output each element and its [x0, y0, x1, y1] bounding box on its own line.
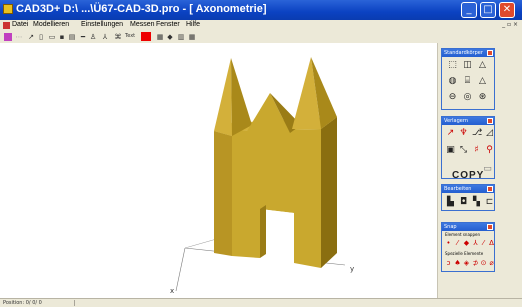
- palette-close-button[interactable]: [487, 186, 493, 192]
- extrude-icon[interactable]: ⊏: [485, 198, 494, 207]
- document-icon[interactable]: [3, 22, 10, 29]
- palette-title[interactable]: Verlagern: [442, 117, 494, 125]
- maximize-button[interactable]: □: [480, 2, 496, 18]
- open-file-icon[interactable]: ▭: [48, 33, 56, 41]
- snap-line-icon[interactable]: ⁄: [453, 239, 462, 248]
- palette-snap: Snap Element snappen • ⁄ ◆ ⅄ ⁄ ᐃ Speziel…: [441, 222, 495, 272]
- palette-close-button[interactable]: [487, 118, 493, 124]
- app-icon: [3, 4, 13, 14]
- mdi-window-controls[interactable]: _ ▫ ×: [502, 21, 518, 28]
- menu-bar: Datei Modellieren Einstellungen Messen F…: [0, 20, 522, 31]
- line-icon[interactable]: ━: [79, 33, 87, 41]
- box-icon[interactable]: ⬚: [448, 61, 457, 70]
- menu-modellieren[interactable]: Modellieren: [33, 21, 69, 28]
- copy-toggle-icon[interactable]: ▭: [483, 165, 492, 174]
- palette-close-button[interactable]: [487, 224, 493, 230]
- scale-icon[interactable]: ◿: [485, 129, 494, 138]
- torus-icon[interactable]: ⊖: [448, 93, 457, 102]
- axis-y-label: y: [350, 265, 354, 273]
- axes-icon[interactable]: ⅄: [101, 33, 109, 41]
- align-icon[interactable]: ⤡: [459, 146, 468, 155]
- color-icon[interactable]: [4, 33, 12, 41]
- title-bar[interactable]: CAD3D+ D:\ ...\Ü67-CAD-3D.pro - [ Axonom…: [0, 0, 522, 20]
- snap-elements-label: Element snappen: [445, 232, 480, 237]
- viewport-3d[interactable]: y x: [0, 43, 437, 298]
- palette-title[interactable]: Snap: [442, 223, 494, 231]
- dimension-icon[interactable]: ⌘: [114, 33, 122, 41]
- snap-face-icon[interactable]: ◆: [462, 239, 471, 248]
- model-spire-left-front: [214, 58, 232, 136]
- model-view: y x: [170, 57, 354, 295]
- snap-body-icon[interactable]: ᐃ: [487, 239, 496, 248]
- cube-icon[interactable]: ◆: [166, 33, 174, 41]
- rotate-icon[interactable]: ♆: [459, 129, 468, 138]
- ellipsoid-icon[interactable]: ◎: [463, 93, 472, 102]
- palette-close-button[interactable]: [487, 50, 493, 56]
- menu-hilfe[interactable]: Hilfe: [186, 21, 200, 28]
- union-icon[interactable]: ▙: [446, 198, 455, 207]
- model-right-side: [321, 117, 337, 268]
- pyramid-icon[interactable]: △: [478, 61, 487, 70]
- window-title: CAD3D+ D:\ ...\Ü67-CAD-3D.pro - [ Axonom…: [16, 3, 267, 15]
- mirror-icon[interactable]: ⎇: [472, 129, 482, 138]
- palette-panel: Standardkörper ⬚ ◫ △ ◍ ⌸ △ ⊖ ◎ ⊛ Verlage…: [437, 43, 522, 298]
- active-color-icon[interactable]: [141, 32, 151, 41]
- menu-einstellungen[interactable]: Einstellungen: [81, 21, 123, 28]
- axis-x-label: x: [170, 287, 174, 295]
- position-readout: Position: 0/ 0/ 0: [3, 300, 42, 306]
- snap-point-icon[interactable]: •: [444, 239, 453, 248]
- save-icon[interactable]: ▪: [58, 33, 66, 41]
- special-elements-label: Spezielle Elemente: [445, 251, 484, 256]
- model-arch-inner: [260, 205, 266, 258]
- copy-button[interactable]: COPY: [452, 170, 484, 181]
- menu-fenster[interactable]: Fenster: [156, 21, 180, 28]
- model-left-pillar: [214, 131, 232, 256]
- text-button[interactable]: Text: [125, 33, 135, 39]
- snap-center-icon[interactable]: ♠: [453, 259, 462, 268]
- array-icon[interactable]: ♯: [472, 146, 481, 155]
- subtract-icon[interactable]: ◘: [459, 198, 468, 207]
- stretch-icon[interactable]: ▣: [446, 146, 455, 155]
- palette-title[interactable]: Bearbeiten: [442, 185, 494, 193]
- menu-datei[interactable]: Datei: [12, 21, 28, 28]
- snap-nearest-icon[interactable]: ⌀: [487, 259, 496, 268]
- layers-icon[interactable]: ▥: [177, 33, 185, 41]
- status-bar: Position: 0/ 0/ 0: [0, 298, 522, 307]
- polyhedron-icon[interactable]: ⊛: [478, 93, 487, 102]
- grid-icon[interactable]: ▦: [156, 33, 164, 41]
- x-axis-line: [175, 247, 186, 292]
- cylinder-icon[interactable]: ⌸: [463, 77, 472, 86]
- separator-icon: ⋯: [15, 33, 23, 41]
- minimize-button[interactable]: _: [461, 2, 477, 18]
- palette-standard-bodies: Standardkörper ⬚ ◫ △ ◍ ⌸ △ ⊖ ◎ ⊛: [441, 48, 495, 110]
- flip-icon[interactable]: ⚲: [485, 146, 494, 155]
- wedge-icon[interactable]: ◫: [463, 61, 472, 70]
- close-button[interactable]: ✕: [499, 2, 515, 18]
- status-separator: [74, 300, 75, 306]
- print-icon[interactable]: ▤: [68, 33, 76, 41]
- intersect-icon[interactable]: ▚: [472, 198, 481, 207]
- cone-icon[interactable]: △: [478, 77, 487, 86]
- figure-icon[interactable]: ♙: [89, 33, 97, 41]
- move-icon[interactable]: ↗: [446, 129, 455, 138]
- palette-title[interactable]: Standardkörper: [442, 49, 494, 57]
- table-icon[interactable]: ▦: [188, 33, 196, 41]
- snap-intersection-icon[interactable]: ◈: [462, 259, 471, 268]
- menu-messen[interactable]: Messen: [130, 21, 155, 28]
- model-spire-left-side: [231, 58, 252, 136]
- sphere-icon[interactable]: ◍: [448, 77, 457, 86]
- snap-midpoint-icon[interactable]: ↄ: [444, 259, 453, 268]
- palette-transform: Verlagern ↗ ♆ ⎇ ◿ ▣ ⤡ ♯ ⚲ COPY ▭: [441, 116, 495, 181]
- palette-edit: Bearbeiten ▙ ◘ ▚ ⊏: [441, 184, 495, 211]
- new-file-icon[interactable]: ▯: [37, 33, 45, 41]
- pointer-icon[interactable]: ↗: [27, 33, 35, 41]
